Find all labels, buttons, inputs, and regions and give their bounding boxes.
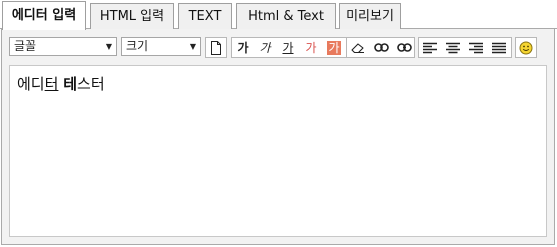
new-document-button[interactable]	[206, 38, 226, 57]
font-size-select[interactable]: 크기 ▼	[121, 37, 201, 56]
editor-text: 에디터 테스터	[17, 75, 105, 93]
tab-preview[interactable]: 미리보기	[339, 3, 401, 29]
font-color-icon: 가	[305, 40, 317, 55]
italic-button[interactable]: 가	[255, 38, 275, 57]
tab-editor-input[interactable]: 에디터 입력	[2, 1, 86, 30]
background-color-button[interactable]: 가	[324, 38, 344, 57]
tab-html-input[interactable]: HTML 입력	[90, 3, 174, 29]
align-justify-icon	[492, 42, 506, 53]
chevron-down-icon: ▼	[105, 42, 112, 51]
unlink-icon	[396, 43, 412, 52]
underline-button[interactable]: 가	[278, 38, 298, 57]
eraser-button[interactable]	[348, 38, 368, 57]
align-right-icon	[469, 42, 483, 53]
font-family-value: 글꼴	[14, 39, 37, 53]
emoticon-icon	[519, 41, 533, 54]
bold-text-segment: 테	[63, 75, 78, 93]
underlined-text-segment: 터	[44, 75, 59, 93]
bold-button[interactable]: 가	[233, 38, 253, 57]
align-center-icon	[446, 42, 460, 53]
new-document-icon	[211, 40, 221, 55]
remove-link-button[interactable]	[394, 38, 414, 57]
underline-icon: 가	[282, 40, 294, 55]
align-center-button[interactable]	[443, 38, 463, 57]
editor-tabs: 에디터 입력 HTML 입력 TEXT Html & Text 미리보기	[0, 0, 557, 30]
align-justify-button[interactable]	[489, 38, 509, 57]
background-color-icon: 가	[327, 40, 341, 55]
tab-text[interactable]: TEXT	[178, 3, 232, 29]
align-left-icon	[423, 42, 437, 53]
align-left-button[interactable]	[420, 38, 440, 57]
editor-content-area[interactable]: 에디터 테스터	[9, 65, 547, 237]
italic-icon: 가	[259, 40, 271, 55]
editor-panel: 글꼴 ▼ 크기 ▼ 가 가 가 가 가 에디터 테스터	[1, 29, 555, 245]
font-family-select[interactable]: 글꼴 ▼	[9, 37, 117, 56]
insert-link-button[interactable]	[371, 38, 391, 57]
tab-html-and-text[interactable]: Html & Text	[236, 3, 336, 29]
text-segment: 스터	[77, 75, 105, 93]
font-color-button[interactable]: 가	[301, 38, 321, 57]
text-segment: 에디	[17, 75, 45, 93]
emoticon-button[interactable]	[516, 38, 536, 57]
link-icon	[373, 43, 389, 52]
editor-toolbar: 글꼴 ▼ 크기 ▼ 가 가 가 가 가	[2, 29, 554, 65]
font-size-value: 크기	[126, 39, 149, 53]
bold-icon: 가	[237, 40, 249, 55]
align-right-button[interactable]	[466, 38, 486, 57]
eraser-icon	[351, 42, 364, 53]
chevron-down-icon: ▼	[189, 42, 196, 51]
